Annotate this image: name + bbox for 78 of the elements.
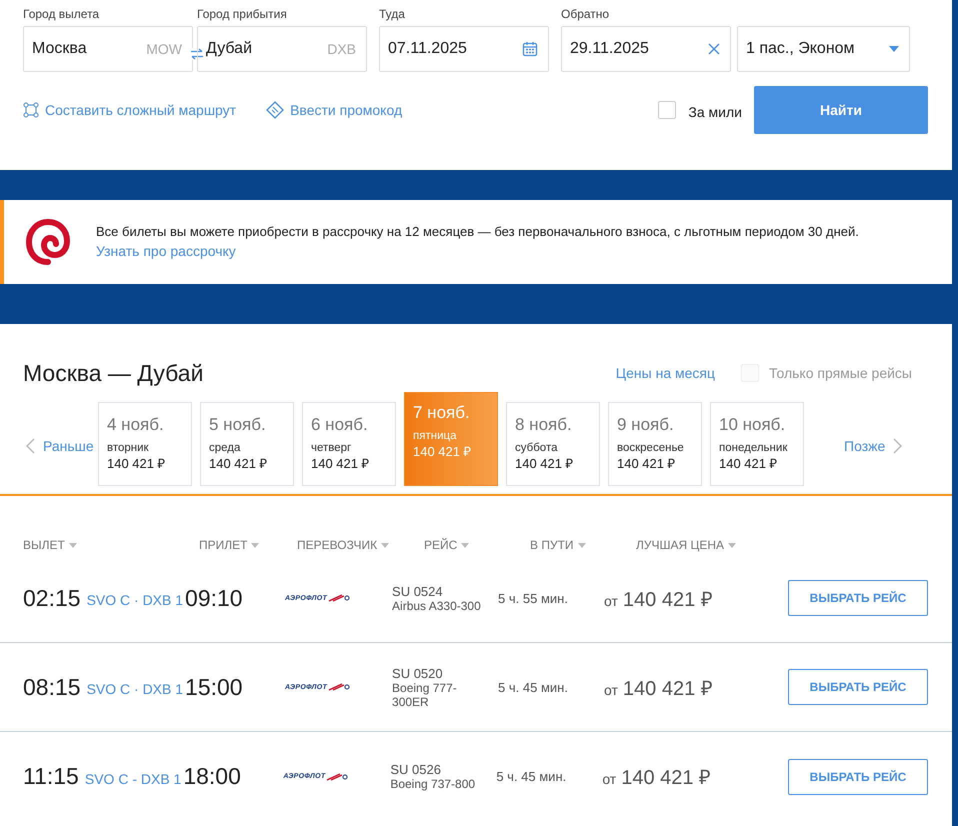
chevron-right-icon <box>893 438 902 454</box>
date-tab[interactable]: 4 нояб. вторник 140 421 ₽ <box>98 402 192 486</box>
input-field[interactable]: 29.11.2025 <box>561 26 731 72</box>
input-field[interactable]: Москва MOW <box>23 26 193 72</box>
flight-number: SU 0526 <box>390 762 442 777</box>
aircraft-type: Boeing 737-800 <box>390 777 476 791</box>
wing-icon <box>328 682 350 692</box>
sort-column-header[interactable]: ЛУЧШАЯ ЦЕНА <box>636 536 736 554</box>
departure-time: 02:15 <box>23 584 81 612</box>
aircraft-type: Airbus A330-300 <box>392 598 482 612</box>
date-tab[interactable]: 9 нояб. воскресенье 140 421 ₽ <box>608 402 702 486</box>
date-tab[interactable]: 6 нояб. четверг 140 421 ₽ <box>302 402 396 486</box>
sort-caret-icon <box>68 542 77 548</box>
route-icon <box>23 102 39 118</box>
month-prices-link[interactable]: Цены на месяц <box>616 365 716 381</box>
sort-caret-icon <box>461 542 470 548</box>
select-flight-button[interactable]: ВЫБРАТЬ РЕЙС <box>788 758 928 794</box>
miles-label: За мили <box>688 104 742 120</box>
calendar-icon[interactable] <box>522 41 538 57</box>
flight-price: 140 421 ₽ <box>621 766 712 790</box>
field-label: Город прибытия <box>197 6 288 23</box>
installment-text: Все билеты вы можете приобрести в рассрочку на 12 месяцев — без первоначального взноса, с льготным периодом 30 дней. <box>96 224 859 238</box>
arrival-time: 15:00 <box>185 674 244 700</box>
flight-duration: 5 ч. 45 мин. <box>498 680 569 694</box>
flight-number: SU 0520 <box>392 666 444 680</box>
price-prefix: от <box>604 682 618 698</box>
input-field[interactable]: 07.11.2025 <box>379 26 549 72</box>
input-field[interactable]: 1 пас., Эконом <box>737 26 910 72</box>
installment-link[interactable]: Узнать про рассрочку <box>96 242 236 258</box>
earlier-link[interactable]: Раньше <box>0 438 98 454</box>
sort-column-header[interactable]: ПРИЛЕТ <box>199 536 297 554</box>
miles-checkbox[interactable] <box>658 101 676 119</box>
arrival-time: 09:10 <box>185 584 244 612</box>
promo-code-link[interactable]: Ввести промокод <box>266 101 402 119</box>
flight-duration: 5 ч. 55 мин. <box>498 590 569 606</box>
field-label: Город вылета <box>23 6 100 23</box>
flight-price: 140 421 ₽ <box>622 676 713 700</box>
field-label: Обратно <box>561 6 610 23</box>
route-title: Москва — Дубай <box>23 360 204 386</box>
sort-column-header[interactable]: ПЕРЕВОЗЧИК <box>297 536 424 554</box>
close-icon[interactable] <box>708 43 720 55</box>
flight-duration: 5 ч. 45 мин. <box>496 769 568 784</box>
wing-icon <box>326 772 348 782</box>
ticket-icon <box>266 101 284 119</box>
sort-caret-icon <box>578 542 586 548</box>
price-prefix: от <box>604 592 618 608</box>
airport-codes[interactable]: SVO C · DXB 1 <box>86 592 184 608</box>
input-field[interactable]: Дубай DXB <box>197 26 367 72</box>
date-tab[interactable]: 10 нояб. понедельник 140 421 ₽ <box>710 402 804 486</box>
aircraft-type: Boeing 777-300ER <box>392 680 458 708</box>
departure-time: 08:15 <box>23 674 81 700</box>
wing-icon <box>328 593 350 603</box>
field-label: Туда <box>379 6 406 23</box>
later-link[interactable]: Позже <box>804 438 922 454</box>
select-flight-button[interactable]: ВЫБРАТЬ РЕЙС <box>788 580 928 616</box>
arrival-time: 18:00 <box>183 763 242 790</box>
airport-codes[interactable]: SVO C - DXB 1 <box>84 770 182 786</box>
sort-column-header[interactable]: В ПУТИ <box>530 536 636 554</box>
airport-codes[interactable]: SVO C · DXB 1 <box>86 681 184 697</box>
complex-route-link[interactable]: Составить сложный маршрут <box>23 102 236 118</box>
sort-caret-icon <box>728 542 736 548</box>
sort-column-header[interactable]: РЕЙС <box>424 536 530 554</box>
flight-number: SU 0524 <box>392 584 444 598</box>
flight-price: 140 421 ₽ <box>622 588 713 612</box>
chevron-left-icon <box>26 438 35 454</box>
direct-flights-label: Только прямые рейсы <box>769 365 912 381</box>
caret-icon[interactable] <box>889 46 899 52</box>
departure-time: 11:15 <box>23 763 79 790</box>
select-flight-button[interactable]: ВЫБРАТЬ РЕЙС <box>788 669 928 705</box>
search-button[interactable]: Найти <box>754 86 928 134</box>
sort-caret-icon <box>381 542 390 548</box>
date-tab[interactable]: 8 нояб. суббота 140 421 ₽ <box>506 402 600 486</box>
sort-column-header[interactable]: ВЫЛЕТ <box>23 536 199 554</box>
date-tab[interactable]: 7 нояб. пятница 140 421 ₽ <box>404 392 498 486</box>
sort-caret-icon <box>251 542 260 548</box>
spiral-logo-icon <box>24 218 72 266</box>
price-prefix: от <box>602 771 616 787</box>
date-tab[interactable]: 5 нояб. среда 140 421 ₽ <box>200 402 294 486</box>
